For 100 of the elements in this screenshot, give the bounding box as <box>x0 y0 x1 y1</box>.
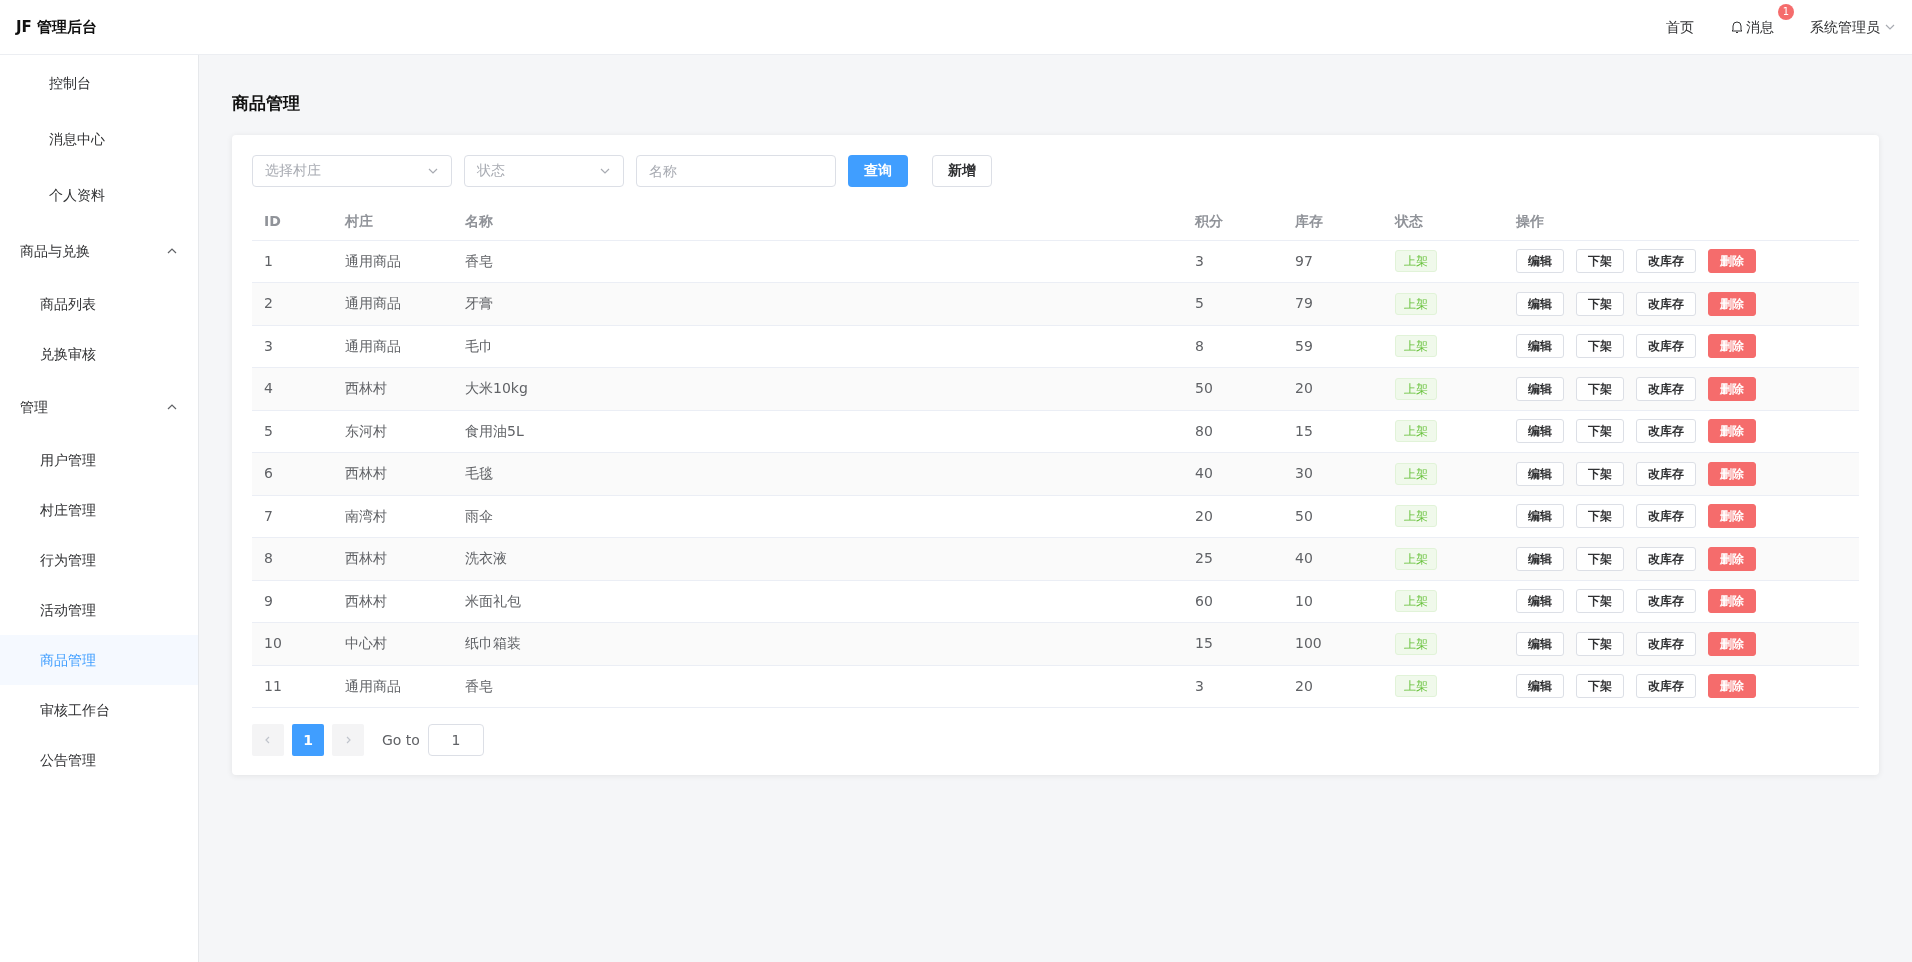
table-cell-text: 100 <box>1294 634 1323 654</box>
table-cell-text: 60 <box>1194 591 1214 611</box>
sidebar-item[interactable]: 个人资料 <box>0 167 198 223</box>
bell-icon <box>1730 20 1744 34</box>
action-button[interactable]: 编辑 <box>1516 546 1564 571</box>
action-button[interactable]: 编辑 <box>1516 291 1564 316</box>
sidebar-item[interactable]: 兑换审核 <box>0 329 198 379</box>
page-number-input[interactable]: 1 <box>427 724 484 756</box>
table-cell-text: 米面礼包 <box>464 591 522 611</box>
sidebar-group[interactable]: 管理 <box>0 379 198 435</box>
action-button[interactable]: 改库存 <box>1636 631 1696 656</box>
action-button[interactable]: 下架 <box>1576 334 1624 359</box>
sidebar-item[interactable]: 村庄管理 <box>0 485 198 535</box>
table-cell-text: 97 <box>1294 251 1314 271</box>
table-cell-text: 59 <box>1294 336 1314 356</box>
app-logo: JF 管理后台 <box>16 16 98 38</box>
status-tag: 上架 <box>1395 420 1437 443</box>
page-title: 商品管理 <box>232 92 301 115</box>
column-header: 状态 <box>1393 211 1424 231</box>
status-tag: 上架 <box>1395 632 1437 655</box>
action-button[interactable]: 改库存 <box>1636 504 1696 529</box>
action-button[interactable]: 下架 <box>1576 249 1624 274</box>
action-button[interactable]: 下架 <box>1576 376 1624 401</box>
sidebar-item[interactable]: 审核工作台 <box>0 685 198 735</box>
action-button[interactable]: 改库存 <box>1636 334 1696 359</box>
status-tag: 上架 <box>1395 590 1437 613</box>
action-button[interactable]: 下架 <box>1576 589 1624 614</box>
table-cell-text: 11 <box>263 676 283 696</box>
table-cell-text: 9 <box>263 591 274 611</box>
action-button[interactable]: 下架 <box>1576 546 1624 571</box>
name-input[interactable]: 名称 <box>636 154 836 187</box>
action-button[interactable]: 编辑 <box>1516 504 1564 529</box>
action-button[interactable]: 改库存 <box>1636 249 1696 274</box>
table-cell-text: 25 <box>1194 549 1214 569</box>
sidebar-item[interactable]: 活动管理 <box>0 585 198 635</box>
action-button[interactable]: 改库存 <box>1636 546 1696 571</box>
sidebar-group[interactable]: 商品与兑换 <box>0 223 198 279</box>
status-tag: 上架 <box>1395 335 1437 358</box>
sidebar-item[interactable]: 行为管理 <box>0 535 198 585</box>
table-cell-text: 通用商品 <box>344 294 402 314</box>
table-cell-text: 牙膏 <box>464 294 494 314</box>
action-button[interactable]: 改库存 <box>1636 674 1696 699</box>
sidebar-item[interactable]: 控制台 <box>0 55 198 111</box>
action-button[interactable]: 编辑 <box>1516 334 1564 359</box>
table-cell-text: 7 <box>263 506 274 526</box>
table-cell-text: 毛毯 <box>464 464 494 484</box>
table-cell-text: 40 <box>1294 549 1314 569</box>
table-cell-text: 1 <box>263 251 274 271</box>
status-tag: 上架 <box>1395 292 1437 315</box>
column-header: 名称 <box>464 211 494 231</box>
column-header: 积分 <box>1193 211 1224 231</box>
status-tag: 上架 <box>1395 505 1437 528</box>
table-cell-text: 15 <box>1194 634 1214 654</box>
action-button[interactable]: 编辑 <box>1516 589 1564 614</box>
table-cell-text: 通用商品 <box>344 336 402 356</box>
sidebar-item[interactable]: 公告管理 <box>0 735 198 785</box>
action-button[interactable]: 下架 <box>1576 291 1624 316</box>
action-button[interactable]: 改库存 <box>1636 376 1696 401</box>
table-cell-text: 80 <box>1194 421 1214 441</box>
action-button[interactable]: 改库存 <box>1636 589 1696 614</box>
action-button[interactable]: 改库存 <box>1636 291 1696 316</box>
table-cell-text: 纸巾箱装 <box>464 634 522 654</box>
action-button[interactable]: 下架 <box>1576 674 1624 699</box>
action-button[interactable]: 下架 <box>1576 504 1624 529</box>
table-cell-text: 20 <box>1294 676 1314 696</box>
status-tag: 上架 <box>1395 675 1437 698</box>
action-button[interactable]: 编辑 <box>1516 419 1564 444</box>
sidebar-item[interactable]: 商品列表 <box>0 279 198 329</box>
next-page-button[interactable] <box>332 724 364 756</box>
action-button[interactable]: 下架 <box>1576 419 1624 444</box>
action-button[interactable]: 下架 <box>1576 631 1624 656</box>
table-cell-text: 通用商品 <box>344 676 402 696</box>
nav-link[interactable]: 首页 <box>1666 16 1694 38</box>
table-cell-text: 30 <box>1294 464 1314 484</box>
column-header: 村庄 <box>344 211 374 231</box>
action-button[interactable]: 改库存 <box>1636 461 1696 486</box>
action-button[interactable]: 编辑 <box>1516 461 1564 486</box>
table-cell-text: 10 <box>263 634 283 654</box>
table-cell-text: 西林村 <box>344 464 388 484</box>
action-button[interactable]: 编辑 <box>1516 376 1564 401</box>
status-tag: 上架 <box>1395 250 1437 273</box>
action-button[interactable]: 改库存 <box>1636 419 1696 444</box>
goto-label: Go to <box>382 730 420 750</box>
user-menu[interactable]: 系统管理员 <box>1810 16 1896 38</box>
table-cell-text: 南湾村 <box>344 506 388 526</box>
status-tag: 上架 <box>1395 462 1437 485</box>
action-button[interactable]: 下架 <box>1576 461 1624 486</box>
table-cell-text: 4 <box>263 379 274 399</box>
add-button[interactable]: 新增 <box>932 154 992 187</box>
action-button[interactable]: 编辑 <box>1516 631 1564 656</box>
table-cell-text: 3 <box>1194 676 1205 696</box>
table-cell-text: 洗衣液 <box>464 549 508 569</box>
sidebar-item[interactable]: 用户管理 <box>0 435 198 485</box>
action-button[interactable]: 编辑 <box>1516 674 1564 699</box>
table-cell-text: 20 <box>1194 506 1214 526</box>
table-cell-text: 40 <box>1194 464 1214 484</box>
action-button[interactable]: 编辑 <box>1516 249 1564 274</box>
sidebar-item[interactable]: 消息中心 <box>0 111 198 167</box>
previous-page-button[interactable] <box>252 724 284 756</box>
table-cell-text: 毛巾 <box>464 336 494 356</box>
